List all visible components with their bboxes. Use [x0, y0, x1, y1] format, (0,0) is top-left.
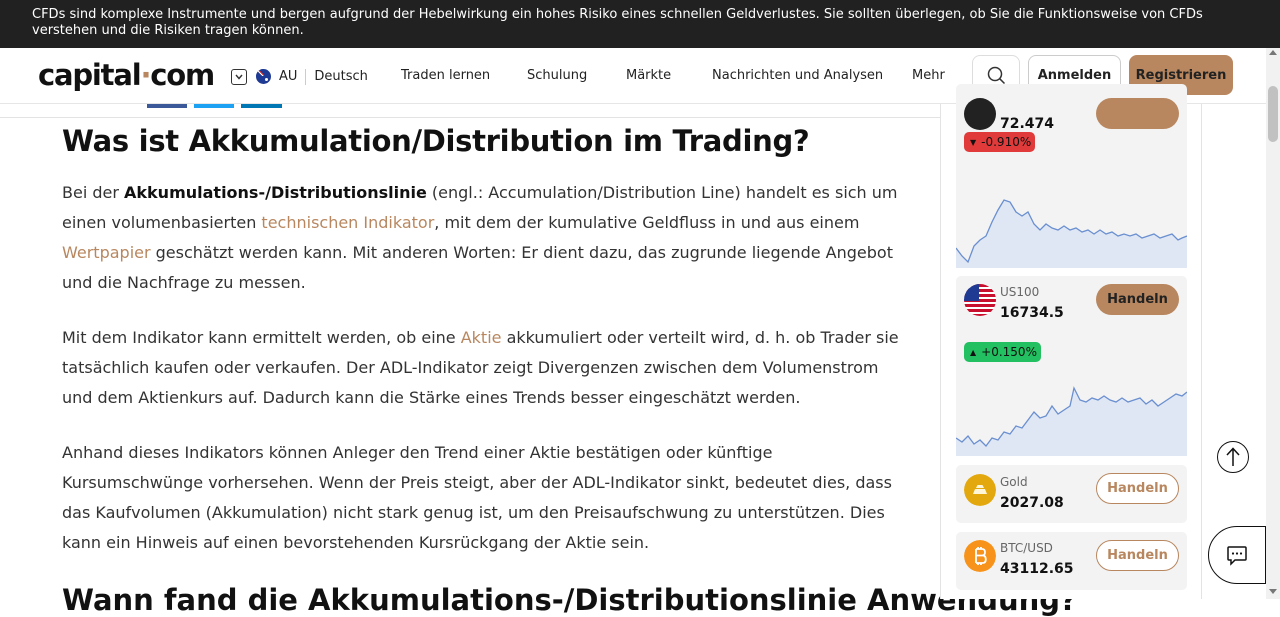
- link-aktie[interactable]: Aktie: [461, 328, 502, 347]
- language-label[interactable]: Deutsch: [314, 69, 368, 84]
- market-card-us100[interactable]: US100 16734.5 Handeln ▲ +0.150%: [956, 276, 1187, 456]
- risk-warning-text: CFDs sind komplexe Instrumente und berge…: [32, 7, 1203, 38]
- change-badge: ▲ +0.150%: [964, 342, 1041, 362]
- market-symbol: US100: [1000, 285, 1040, 299]
- market-card-btcusd[interactable]: BTC/USD 43112.65 Handeln: [956, 532, 1187, 590]
- market-symbol: Gold: [1000, 475, 1028, 489]
- share-linkedin-button[interactable]: [241, 104, 282, 108]
- chevron-up-icon: ▲: [970, 347, 977, 357]
- nav-mehr[interactable]: Mehr: [912, 68, 945, 83]
- market-price: 2027.08: [1000, 495, 1064, 511]
- bitcoin-icon: [964, 540, 996, 572]
- search-icon: [987, 66, 1005, 85]
- trade-button[interactable]: Handeln: [1096, 284, 1179, 315]
- share-facebook-button[interactable]: [147, 104, 187, 108]
- share-twitter-button[interactable]: [194, 104, 234, 108]
- gold-bars-icon: [964, 474, 996, 506]
- market-price: 43112.65: [1000, 561, 1074, 577]
- nav-nachrichten-und-analysen[interactable]: Nachrichten und Analysen: [712, 68, 883, 83]
- chat-bubble-icon: [1227, 546, 1247, 566]
- market-card-gold[interactable]: Gold 2027.08 Handeln: [956, 465, 1187, 523]
- trade-button[interactable]: Handeln: [1096, 540, 1179, 571]
- trade-button[interactable]: Handeln: [1096, 473, 1179, 504]
- change-badge: ▼ -0.910%: [964, 132, 1036, 152]
- article-content: Was ist Akkumulation/Distribution im Tra…: [62, 122, 912, 583]
- chevron-down-icon[interactable]: [231, 68, 247, 85]
- article-paragraph-3: Anhand dieses Indikators können Anleger …: [62, 443, 892, 552]
- market-symbol: BTC/USD: [1000, 541, 1053, 555]
- article-paragraph-1: Bei der Akkumulations-/Distributionslini…: [62, 183, 898, 292]
- australia-flag-icon: [256, 69, 271, 84]
- arrow-up-icon: [1226, 447, 1240, 466]
- markets-sidebar: 72.474 ▼ -0.910% US100 16734.5 Handeln ▲ +…: [940, 84, 1202, 599]
- price-sparkline-chart: [956, 199, 1187, 268]
- scrollbar-thumb[interactable]: [1268, 86, 1278, 142]
- scroll-down-arrow-icon[interactable]: [1269, 589, 1277, 594]
- instrument-icon: [964, 98, 996, 130]
- capital-com-logo[interactable]: capital·com: [38, 58, 215, 92]
- back-to-top-button[interactable]: [1217, 441, 1249, 473]
- scroll-up-arrow-icon[interactable]: [1269, 50, 1277, 55]
- article-paragraph-2: Mit dem Indikator kann ermittelt werden,…: [62, 328, 899, 407]
- market-price: 16734.5: [1000, 305, 1064, 321]
- link-wertpapier[interactable]: Wertpapier: [62, 243, 151, 262]
- nav-maerkte[interactable]: Märkte: [626, 68, 671, 83]
- page-scrollbar[interactable]: [1266, 48, 1280, 599]
- chevron-down-icon: ▼: [970, 137, 977, 147]
- trade-button[interactable]: [1096, 98, 1179, 129]
- nav-traden-lernen[interactable]: Traden lernen: [401, 68, 490, 83]
- market-price: 72.474: [1000, 116, 1055, 132]
- us-flag-icon: [964, 284, 996, 316]
- market-card[interactable]: 72.474 ▼ -0.910%: [956, 84, 1187, 268]
- region-code: AU: [279, 69, 298, 84]
- region-language-selector[interactable]: AU Deutsch: [231, 68, 368, 85]
- link-technischen-indikator[interactable]: technischen Indikator: [261, 213, 434, 232]
- divider: [0, 117, 940, 118]
- chat-button[interactable]: [1208, 526, 1266, 584]
- article-heading: Was ist Akkumulation/Distribution im Tra…: [62, 124, 810, 158]
- nav-schulung[interactable]: Schulung: [527, 68, 587, 83]
- next-section-heading: Wann fand die Akkumulations-/Distributio…: [62, 583, 1077, 617]
- price-sparkline-chart: [956, 386, 1187, 456]
- divider: [305, 68, 307, 85]
- risk-warning-banner: CFDs sind komplexe Instrumente und berge…: [0, 0, 1280, 48]
